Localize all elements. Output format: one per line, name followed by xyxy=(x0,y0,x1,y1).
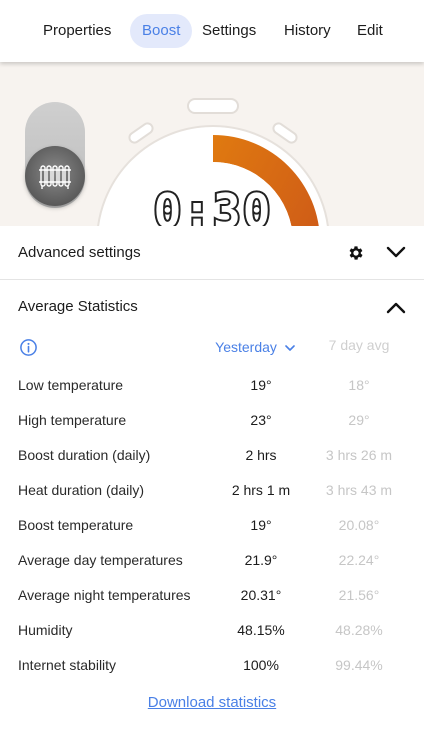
average-statistics-header[interactable]: Average Statistics xyxy=(0,280,424,334)
stat-value: 2 hrs xyxy=(245,447,277,463)
tab-properties[interactable]: Properties xyxy=(31,14,123,48)
stat-avg-value: 48.28% xyxy=(335,622,383,638)
boost-hero: 0:30 xyxy=(0,62,424,226)
stat-label: Average day temperatures xyxy=(18,552,183,568)
stat-avg-value: 99.44% xyxy=(335,657,383,673)
gear-icon[interactable] xyxy=(347,244,365,262)
stat-avg-value: 29° xyxy=(348,412,370,428)
boost-timer-text: 0:30 xyxy=(154,184,273,226)
stat-avg-value: 21.56° xyxy=(338,587,380,603)
stat-value: 20.31° xyxy=(240,587,282,603)
top-tab-bar: Properties Boost Settings History Edit xyxy=(0,0,424,62)
period-dropdown[interactable]: Yesterday xyxy=(200,339,310,355)
stat-label: High temperature xyxy=(18,412,127,428)
advanced-settings-row[interactable]: Advanced settings xyxy=(0,226,424,280)
info-icon[interactable] xyxy=(19,338,38,357)
stat-avg-value: 3 hrs 43 m xyxy=(325,482,393,498)
chevron-up-icon[interactable] xyxy=(386,301,406,315)
stat-avg-value: 18° xyxy=(348,377,370,393)
boost-timer-dial[interactable]: 0:30 xyxy=(0,62,424,226)
stat-value: 23° xyxy=(250,412,272,428)
stat-value: 48.15% xyxy=(237,622,285,638)
tab-settings[interactable]: Settings xyxy=(190,14,268,48)
seven-day-avg-header: 7 day avg xyxy=(328,337,390,353)
stat-value: 2 hrs 1 m xyxy=(231,482,291,498)
stat-value: 19° xyxy=(250,377,272,393)
stat-label: Boost duration (daily) xyxy=(18,447,151,463)
stat-avg-value: 3 hrs 26 m xyxy=(325,447,393,463)
stat-label: Boost temperature xyxy=(18,517,134,533)
stat-avg-value: 22.24° xyxy=(338,552,380,568)
tab-history[interactable]: History xyxy=(272,14,343,48)
chevron-down-icon xyxy=(285,344,295,351)
stat-label: Internet stability xyxy=(18,657,117,673)
tab-edit[interactable]: Edit xyxy=(345,14,395,48)
stat-value: 19° xyxy=(250,517,272,533)
stat-value: 100% xyxy=(243,657,279,673)
stat-label: Humidity xyxy=(18,622,73,638)
stat-label: Heat duration (daily) xyxy=(18,482,145,498)
stat-avg-value: 20.08° xyxy=(338,517,380,533)
tab-boost[interactable]: Boost xyxy=(130,14,193,48)
average-statistics-title: Average Statistics xyxy=(18,298,138,315)
advanced-settings-title: Advanced settings xyxy=(18,244,141,261)
chevron-down-icon[interactable] xyxy=(386,245,406,259)
stat-value: 21.9° xyxy=(244,552,278,568)
stat-label: Low temperature xyxy=(18,377,124,393)
period-dropdown-label: Yesterday xyxy=(215,339,277,355)
stat-label: Average night temperatures xyxy=(18,587,191,603)
download-statistics-link[interactable]: Download statistics xyxy=(0,694,424,711)
